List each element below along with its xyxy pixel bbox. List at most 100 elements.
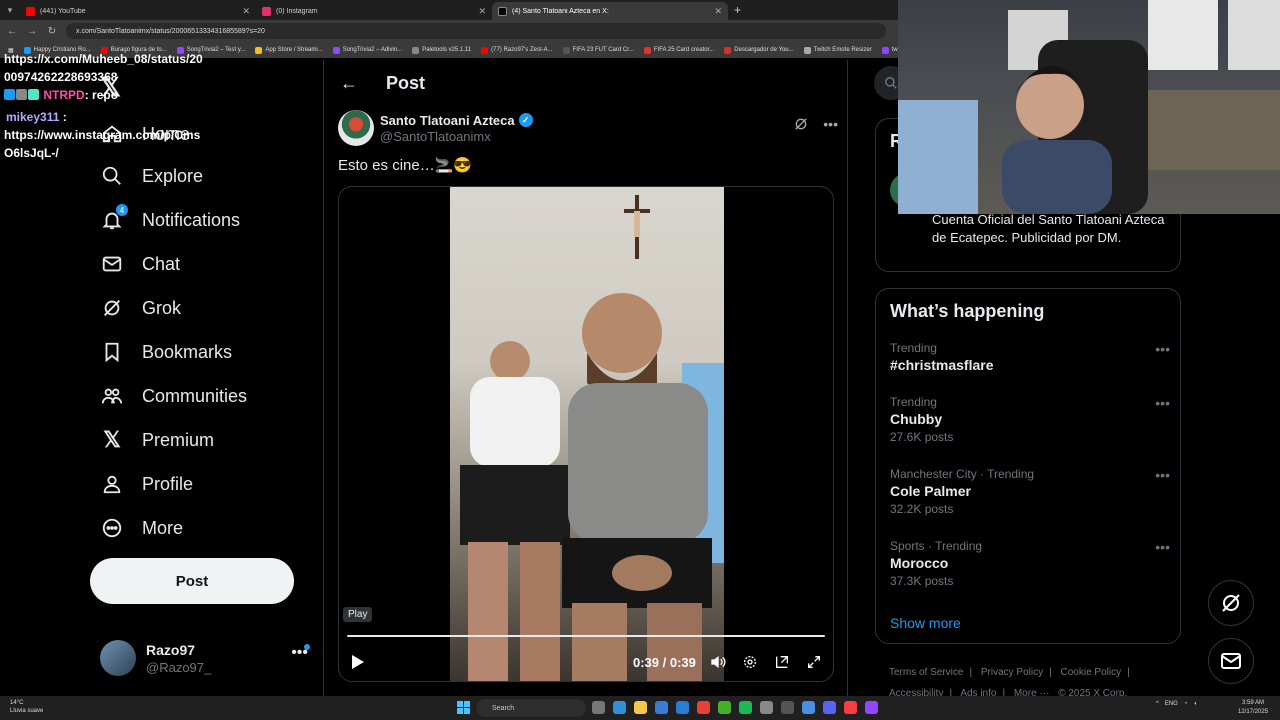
play-icon[interactable] [347, 651, 369, 673]
post-button[interactable]: Post [90, 558, 294, 604]
back-nav-icon[interactable]: ← [6, 26, 18, 37]
app-icon[interactable] [802, 701, 815, 714]
video-frame[interactable] [450, 187, 724, 681]
tab-instagram[interactable]: (0) Instagram ✕ [256, 2, 492, 20]
messages-fab-button[interactable] [1208, 638, 1254, 684]
fullscreen-icon[interactable] [805, 653, 823, 671]
nav-item-premium[interactable]: 𝕏 Premium [100, 424, 214, 456]
nav-item-communities[interactable]: Communities [100, 380, 247, 412]
tab-search-icon[interactable]: ▾ [0, 0, 20, 20]
bookmark-favicon-icon [881, 46, 889, 54]
new-tab-icon[interactable]: + [734, 3, 741, 17]
footer-link[interactable]: Privacy Policy [981, 667, 1043, 678]
bookmark-item[interactable]: FIFA 23 FUT Card Cr... [562, 46, 634, 54]
close-tab-icon[interactable]: ✕ [714, 6, 722, 17]
bookmark-item[interactable]: (77) Razo97's Zest-A... [481, 46, 553, 54]
chat-text: : repo [84, 88, 119, 102]
tab-youtube[interactable]: (441) YouTube ✕ [20, 2, 256, 20]
video-controls: 0:39 / 0:39 [347, 649, 827, 675]
discord-icon[interactable] [823, 701, 836, 714]
nav-item-bookmarks[interactable]: Bookmarks [100, 336, 232, 368]
app-icon[interactable] [865, 701, 878, 714]
grok-icon[interactable] [793, 116, 809, 135]
bookmark-item[interactable]: Twitch Emote Resizer [803, 46, 872, 54]
app-icon[interactable] [718, 701, 731, 714]
chat-badge-icon [4, 89, 15, 100]
pip-icon[interactable] [773, 653, 791, 671]
footer-link[interactable]: Terms of Service [889, 667, 963, 678]
forward-nav-icon[interactable]: → [26, 26, 38, 37]
chat-line: https://www.instagram.com/p/Cms [4, 128, 201, 142]
clock[interactable]: 3:59 AM 12/17/2025 [1238, 699, 1268, 717]
author-handle[interactable]: @SantoTlatoanimx [380, 129, 533, 144]
webcam-image [898, 0, 1280, 214]
nav-item-grok[interactable]: Grok [100, 292, 181, 324]
edge-icon[interactable] [613, 701, 626, 714]
more-horizontal-icon[interactable]: ••• [1155, 395, 1170, 411]
weather-description: Lluvia suave [10, 708, 44, 714]
trend-context: Trending [890, 341, 937, 355]
bookmark-label: App Store / Streami... [265, 47, 323, 53]
trend-item[interactable]: Trending Chubby 27.6K posts ••• [890, 395, 1170, 444]
instagram-icon [262, 6, 271, 16]
close-tab-icon[interactable]: ✕ [242, 6, 250, 17]
windows-start-icon[interactable] [457, 701, 471, 715]
taskbar-search[interactable]: Search [476, 699, 586, 717]
grok-fab-button[interactable] [1208, 580, 1254, 626]
author-avatar[interactable] [338, 110, 374, 146]
more-horizontal-icon[interactable]: ••• [1155, 539, 1170, 555]
bookmark-item[interactable]: Paletools v25.1.11 [412, 46, 471, 54]
speaker-icon[interactable]: ◖ [1193, 701, 1197, 707]
chrome-icon[interactable] [697, 701, 710, 714]
bookmark-item[interactable]: App Store / Streami... [255, 46, 323, 54]
author-name[interactable]: Santo Tlatoani Azteca [380, 113, 515, 128]
video-player[interactable]: Play 0:39 / 0:39 [338, 186, 834, 682]
account-switcher[interactable]: Razo97 @Razo97_ ••• [100, 638, 310, 678]
reload-icon[interactable]: ↻ [46, 26, 58, 37]
explorer-icon[interactable] [634, 701, 647, 714]
footer-link[interactable]: Cookie Policy [1061, 667, 1122, 678]
show-more-link[interactable]: Show more [890, 615, 961, 631]
bookmark-item[interactable]: FIFA 25 Card creator... [643, 46, 714, 54]
app-icon[interactable] [760, 701, 773, 714]
nav-item-profile[interactable]: Profile [100, 468, 193, 500]
spotify-icon[interactable] [739, 701, 752, 714]
bookmark-favicon-icon [412, 46, 420, 54]
chevron-up-icon[interactable]: ^ [1156, 701, 1159, 707]
video-progress-bar[interactable] [347, 635, 825, 637]
bookmark-item[interactable]: Descargador de You... [724, 46, 794, 54]
app-icon[interactable] [781, 701, 794, 714]
close-tab-icon[interactable]: ✕ [478, 6, 486, 17]
more-horizontal-icon[interactable]: ••• [1155, 341, 1170, 357]
mail-app-icon[interactable] [676, 701, 689, 714]
store-icon[interactable] [655, 701, 668, 714]
account-handle: @Razo97_ [146, 659, 212, 675]
verified-badge-icon: ✓ [518, 113, 533, 127]
wifi-icon[interactable]: ◔ [1184, 701, 1188, 707]
settings-gear-icon[interactable] [741, 653, 759, 671]
trend-item[interactable]: Trending #christmasflare ••• [890, 341, 1170, 373]
bookmark-favicon-icon [562, 46, 570, 54]
more-horizontal-icon[interactable]: ••• [823, 116, 838, 135]
trend-item[interactable]: Sports · Trending Morocco 37.3K posts ••… [890, 539, 1170, 588]
nav-item-more[interactable]: More [100, 512, 183, 544]
url-field[interactable]: x.com/SantoTlatoanimx/status/20006513334… [66, 23, 886, 39]
weather-widget[interactable]: 14°C Lluvia suave [10, 699, 43, 715]
back-arrow-icon[interactable]: ← [340, 73, 358, 94]
nav-item-chat[interactable]: Chat [100, 248, 180, 280]
more-horizontal-icon[interactable]: ••• [1155, 467, 1170, 483]
nav-item-explore[interactable]: Explore [100, 160, 203, 192]
trend-post-count: 32.2K posts [890, 502, 954, 516]
trend-name: Morocco [890, 555, 949, 571]
language-indicator[interactable]: ENG [1165, 701, 1178, 707]
task-view-icon[interactable] [592, 701, 605, 714]
bookmark-item[interactable]: SongTrivia2 – Adivin... [332, 46, 402, 54]
trend-item[interactable]: Manchester City · Trending Cole Palmer 3… [890, 467, 1170, 516]
x-favicon-icon [498, 6, 507, 16]
tab-x-post[interactable]: (4) Santo Tlatoani Azteca en X: ✕ [492, 2, 728, 20]
nav-label: Bookmarks [142, 341, 233, 362]
volume-icon[interactable] [709, 653, 727, 671]
nav-item-notifications[interactable]: 4 Notifications [100, 204, 240, 236]
itunes-icon[interactable] [844, 701, 857, 714]
nav-label: Explore [142, 165, 204, 186]
